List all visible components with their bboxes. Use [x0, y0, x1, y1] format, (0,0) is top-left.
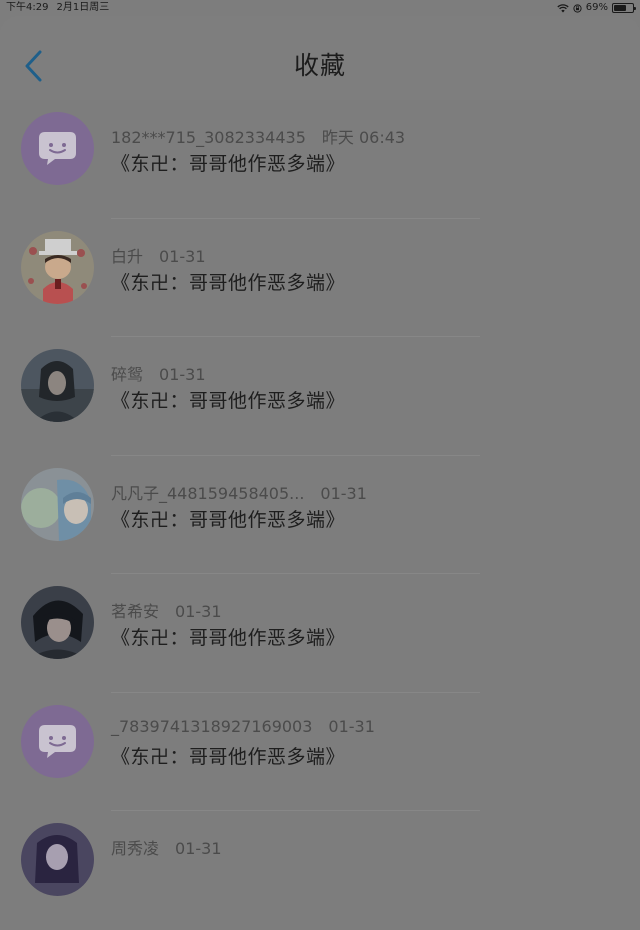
battery-fill — [614, 5, 627, 11]
dark-haired-man-avatar-icon — [21, 349, 94, 422]
purple-anime-avatar-icon — [21, 823, 94, 896]
status-date: 2月1日周三 — [56, 2, 110, 13]
list-item[interactable]: 周秀凌 01-31 — [0, 811, 640, 930]
item-date: 01-31 — [159, 365, 206, 384]
nav-bar: 收藏 — [0, 16, 640, 100]
item-date: 01-31 — [175, 839, 222, 858]
status-left: 下午4:29 2月1日周三 — [6, 0, 109, 16]
cartoon-magician-avatar-icon — [21, 230, 94, 304]
username: 周秀凌 — [111, 839, 160, 858]
username: 碎鸳 — [111, 365, 144, 384]
username: 凡凡子_448159458405... — [111, 483, 305, 503]
item-meta: 凡凡子_448159458405... 01-31 — [111, 480, 367, 504]
anime-girl-bubble-avatar-icon — [21, 467, 94, 541]
status-bar: 下午4:29 2月1日周三 69% — [0, 0, 640, 16]
item-meta: 182***715_3082334435 昨天 06:43 — [111, 124, 405, 148]
battery-icon — [612, 3, 636, 13]
username: 182***715_3082334435 — [111, 128, 306, 147]
username: 白升 — [111, 246, 144, 266]
work-title: 《东卍：哥哥他作恶多端》 — [111, 390, 346, 412]
avatar[interactable] — [21, 349, 94, 422]
work-title: 《东卍：哥哥他作恶多端》 — [111, 627, 346, 649]
status-time: 下午4:29 — [6, 2, 49, 13]
username: 茗希安 — [111, 602, 160, 621]
rotation-lock-icon — [573, 3, 582, 13]
item-date: 01-31 — [320, 483, 367, 503]
avatar[interactable] — [21, 586, 94, 659]
work-title: 《东卍：哥哥他作恶多端》 — [111, 153, 346, 175]
favorites-list: 182***715_3082334435 昨天 06:43 《东卍：哥哥他作恶多端… — [0, 100, 640, 930]
avatar[interactable] — [21, 230, 94, 304]
chat-bubble-icon — [21, 112, 94, 185]
item-meta: 碎鸳 01-31 — [111, 361, 206, 385]
item-date: 01-31 — [159, 246, 206, 266]
wifi-icon — [557, 3, 569, 12]
username: _7839741318927169003 — [111, 716, 313, 736]
avatar[interactable] — [21, 704, 94, 778]
item-meta: 周秀凌 01-31 — [111, 835, 222, 859]
battery-percent: 69% — [585, 2, 608, 13]
list-item[interactable]: _7839741318927169003 01-31 《东卍：哥哥他作恶多端》 — [0, 693, 640, 811]
list-item[interactable]: 白升 01-31 《东卍：哥哥他作恶多端》 — [0, 219, 640, 337]
list-item[interactable]: 茗希安 01-31 《东卍：哥哥他作恶多端》 — [0, 574, 640, 693]
work-title: 《东卍：哥哥他作恶多端》 — [111, 508, 346, 531]
avatar[interactable] — [21, 112, 94, 185]
status-right: 69% — [557, 0, 636, 16]
item-meta: 茗希安 01-31 — [111, 598, 222, 622]
page-title: 收藏 — [293, 51, 346, 80]
list-item[interactable]: 182***715_3082334435 昨天 06:43 《东卍：哥哥他作恶多端… — [0, 100, 640, 219]
chat-bubble-icon — [21, 704, 94, 778]
list-item[interactable]: 凡凡子_448159458405... 01-31 《东卍：哥哥他作恶多端》 — [0, 456, 640, 574]
item-date: 01-31 — [175, 602, 222, 621]
avatar[interactable] — [21, 823, 94, 896]
avatar[interactable] — [21, 467, 94, 541]
item-date: 昨天 06:43 — [321, 128, 406, 147]
dark-hair-anime-avatar-icon — [21, 586, 94, 659]
item-meta: 白升 01-31 — [111, 243, 206, 267]
item-meta: _7839741318927169003 01-31 — [111, 717, 375, 736]
work-title: 《东卍：哥哥他作恶多端》 — [111, 271, 346, 294]
list-item[interactable]: 碎鸳 01-31 《东卍：哥哥他作恶多端》 — [0, 337, 640, 456]
item-date: 01-31 — [328, 716, 375, 736]
work-title: 《东卍：哥哥他作恶多端》 — [111, 745, 346, 768]
